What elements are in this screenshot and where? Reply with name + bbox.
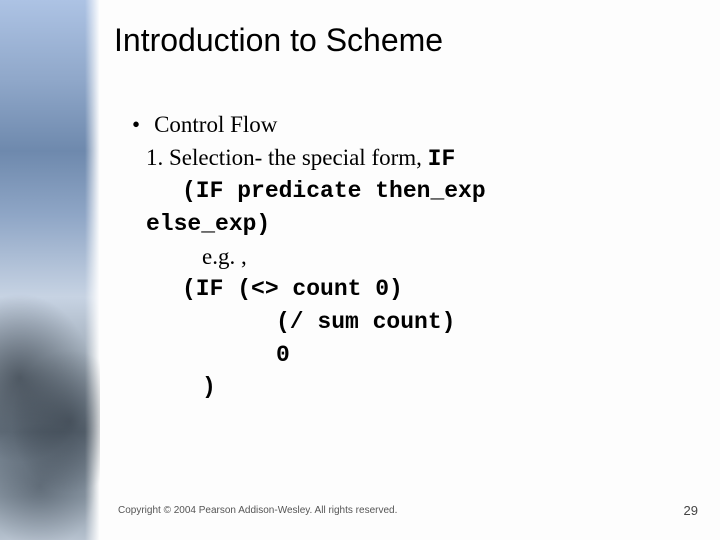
slide-content: Introduction to Scheme • Control Flow 1.…	[0, 0, 720, 540]
slide-body: • Control Flow 1. Selection- the special…	[118, 109, 690, 404]
selection-text: 1. Selection- the special form,	[146, 145, 428, 170]
code-line-3: (IF (<> count 0)	[118, 273, 690, 306]
code-line-6: )	[118, 371, 690, 404]
if-keyword: IF	[428, 146, 456, 172]
bullet-dot-icon: •	[132, 109, 140, 142]
page-number: 29	[684, 503, 698, 518]
bullet-text: Control Flow	[154, 109, 277, 142]
code-line-2: else_exp)	[118, 208, 690, 241]
code-line-1: (IF predicate then_exp	[118, 175, 690, 208]
numbered-line: 1. Selection- the special form, IF	[118, 142, 690, 176]
example-label: e.g. ,	[118, 241, 690, 274]
code-line-5: 0	[118, 339, 690, 372]
copyright-footer: Copyright © 2004 Pearson Addison-Wesley.…	[118, 505, 397, 516]
slide-title: Introduction to Scheme	[114, 22, 690, 59]
code-line-4: (/ sum count)	[118, 306, 690, 339]
bullet-item: • Control Flow	[118, 109, 690, 142]
